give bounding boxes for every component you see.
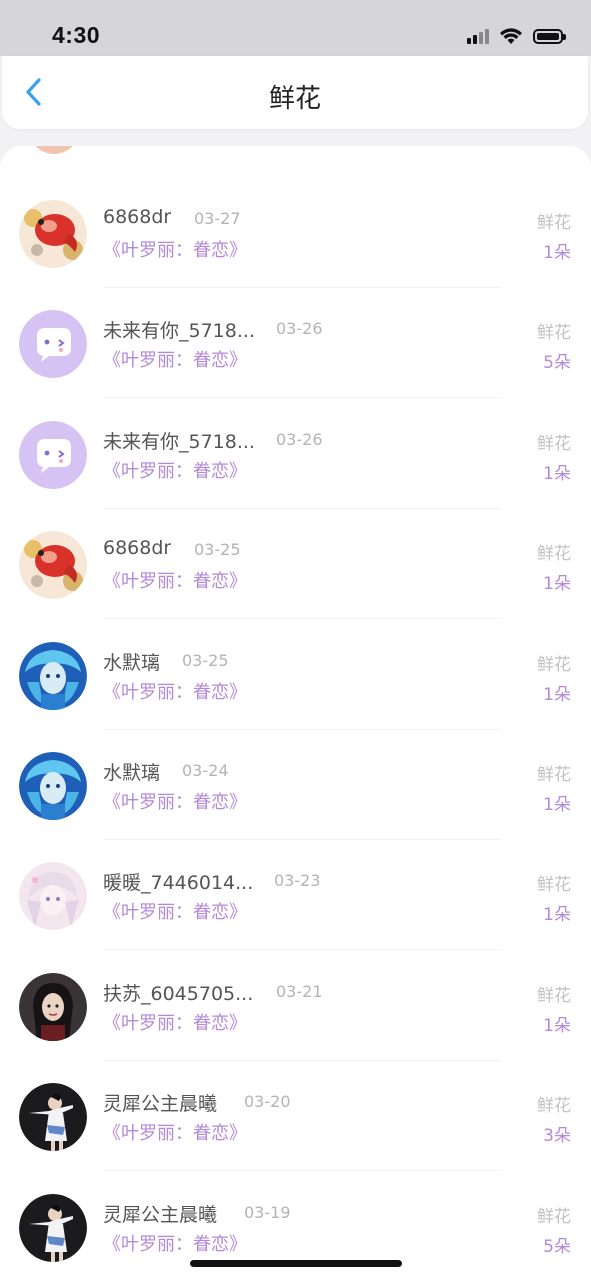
date: 03-25 xyxy=(194,540,241,560)
gift-type-label: 鲜花 xyxy=(537,544,571,565)
date: 03-26 xyxy=(276,429,323,449)
chat-bubble-avatar xyxy=(19,310,87,379)
date: 03-23 xyxy=(274,871,321,891)
blue-doll-avatar xyxy=(19,641,87,710)
gift-type-label: 鲜花 xyxy=(537,213,571,233)
list-item[interactable]: 6868dr 03-25 《叶罗丽：眷恋》 鲜花 1朵 xyxy=(0,509,591,620)
list-item[interactable]: 水默璃 03-24 《叶罗丽：眷恋》 鲜花 1朵 xyxy=(0,730,591,840)
book-title: 《叶罗丽：眷恋》 xyxy=(103,350,247,372)
gift-type-label: 鲜花 xyxy=(537,323,571,344)
avatar[interactable] xyxy=(19,972,87,1041)
gift-count: 1朵 xyxy=(543,905,571,926)
book-title: 《叶罗丽：眷恋》 xyxy=(103,571,247,593)
gift-type-label: 鲜花 xyxy=(537,654,571,675)
book-title: 《叶罗丽：眷恋》 xyxy=(103,1233,247,1255)
username: 6868dr xyxy=(103,206,172,228)
username: 扶苏_6045705... xyxy=(103,982,254,1005)
gift-type-label: 鲜花 xyxy=(537,433,571,454)
list-item[interactable]: 未来有你_5718... 03-26 《叶罗丽：眷恋》 鲜花 5朵 xyxy=(0,288,591,399)
username: 灵犀公主晨曦 xyxy=(103,1203,218,1226)
username: 未来有你_5718... xyxy=(103,320,255,343)
date: 03-20 xyxy=(244,1092,291,1112)
chat-bubble-avatar xyxy=(19,420,87,489)
list-item[interactable]: 暖暖_7446014... 03-23 《叶罗丽：眷恋》 鲜花 1朵 xyxy=(0,840,591,951)
status-icons xyxy=(467,25,566,47)
avatar[interactable] xyxy=(19,752,87,820)
date: 03-27 xyxy=(194,209,241,228)
book-title: 《叶罗丽：眷恋》 xyxy=(103,1123,247,1145)
avatar[interactable] xyxy=(19,641,87,710)
username: 灵犀公主晨曦 xyxy=(103,1093,218,1116)
dancer-avatar xyxy=(19,1083,87,1152)
username: 6868dr xyxy=(103,537,172,560)
gift-type-label: 鲜花 xyxy=(537,1206,571,1227)
username: 水默璃 xyxy=(103,651,161,674)
avatar[interactable] xyxy=(19,1193,87,1262)
nav-bar: 鲜花 xyxy=(2,56,588,129)
status-bar: 4:30 xyxy=(0,0,591,56)
avatar[interactable] xyxy=(19,200,87,268)
date: 03-19 xyxy=(244,1202,291,1222)
gift-count: 3朵 xyxy=(543,1126,571,1147)
gift-count: 1朵 xyxy=(543,243,571,263)
avatar[interactable] xyxy=(19,862,87,931)
list-item[interactable]: 未来有你_5718... 03-26 《叶罗丽：眷恋》 鲜花 1朵 xyxy=(0,399,591,509)
date: 03-25 xyxy=(182,650,229,670)
koi-fish-avatar xyxy=(19,200,87,268)
blue-doll-avatar xyxy=(19,752,87,820)
battery-icon xyxy=(533,28,566,44)
list-item[interactable]: 扶苏_6045705... 03-21 《叶罗丽：眷恋》 鲜花 1朵 xyxy=(0,951,591,1061)
gift-count: 1朵 xyxy=(543,463,571,484)
status-time: 4:30 xyxy=(52,22,101,48)
book-title: 《叶罗丽：眷恋》 xyxy=(103,460,247,482)
gift-count: 1朵 xyxy=(543,574,571,595)
gift-count: 1朵 xyxy=(543,684,571,705)
wifi-icon xyxy=(500,28,522,44)
avatar[interactable] xyxy=(19,420,87,489)
cellular-signal-icon xyxy=(467,28,489,44)
book-title: 《叶罗丽：眷恋》 xyxy=(103,681,247,703)
gift-count: 1朵 xyxy=(543,1015,571,1036)
book-title: 《叶罗丽：眷恋》 xyxy=(103,902,247,924)
list-item[interactable]: 6868dr 03-27 《叶罗丽：眷恋》 鲜花 1朵 xyxy=(0,178,591,288)
gift-type-label: 鲜花 xyxy=(537,1096,571,1117)
username: 暖暖_7446014... xyxy=(103,872,254,895)
gift-count: 1朵 xyxy=(543,795,571,815)
avatar[interactable] xyxy=(19,310,87,379)
date: 03-24 xyxy=(182,761,229,780)
gift-count: 5朵 xyxy=(543,353,571,374)
list-item[interactable]: 灵犀公主晨曦 03-20 《叶罗丽：眷恋》 鲜花 3朵 xyxy=(0,1061,591,1172)
home-indicator xyxy=(190,1260,402,1267)
koi-fish-avatar xyxy=(19,531,87,600)
dark-portrait-avatar xyxy=(19,972,87,1041)
book-title: 《叶罗丽：眷恋》 xyxy=(103,792,247,813)
gift-type-label: 鲜花 xyxy=(537,985,571,1006)
pink-anime-avatar xyxy=(19,862,87,931)
page-title: 鲜花 xyxy=(268,84,321,114)
gift-record-list[interactable]: 6868dr 03-27 《叶罗丽：眷恋》 鲜花 1朵 未来有你_5718... 03-26… xyxy=(0,146,591,1280)
book-title: 《叶罗丽：眷恋》 xyxy=(103,1012,247,1034)
book-title: 《叶罗丽：眷恋》 xyxy=(103,240,247,261)
username: 未来有你_5718... xyxy=(103,430,255,453)
gift-type-label: 鲜花 xyxy=(537,875,571,896)
dancer-avatar xyxy=(19,1193,87,1262)
avatar[interactable] xyxy=(19,531,87,600)
username: 水默璃 xyxy=(103,762,161,784)
gift-count: 5朵 xyxy=(543,1236,571,1257)
avatar[interactable] xyxy=(19,1083,87,1152)
gift-type-label: 鲜花 xyxy=(537,765,571,785)
date: 03-26 xyxy=(276,319,323,339)
partial-avatar xyxy=(28,146,80,154)
date: 03-21 xyxy=(276,981,323,1001)
list-item[interactable]: 水默璃 03-25 《叶罗丽：眷恋》 鲜花 1朵 xyxy=(0,620,591,730)
